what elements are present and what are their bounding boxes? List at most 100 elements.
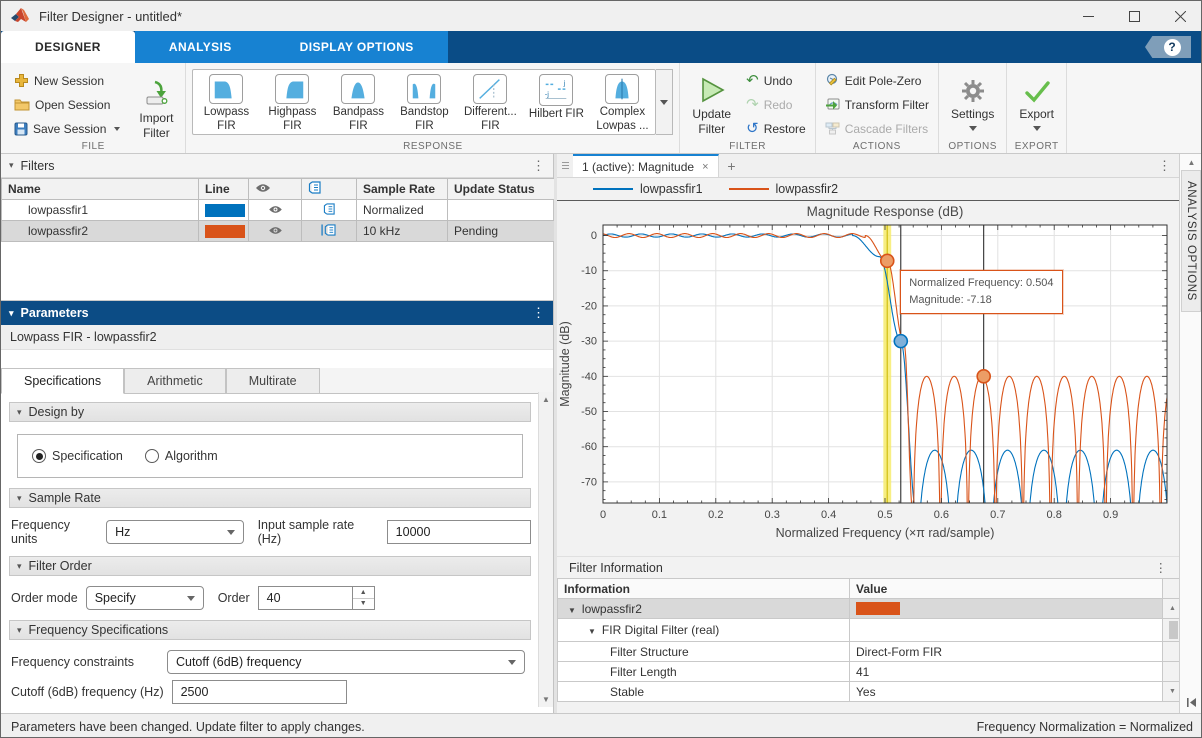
ribbon-collapse-icon[interactable]: ▲ [1180, 154, 1202, 170]
restore-button[interactable]: ↺ Restore [743, 118, 809, 139]
close-button[interactable] [1157, 1, 1202, 31]
stepper-down-icon[interactable]: ▼ [353, 599, 374, 610]
dock-panel-icon[interactable] [1185, 696, 1198, 709]
filter-section-label: FILTER [680, 141, 814, 152]
panel-grip-icon [557, 154, 573, 177]
legend-lowpassfir2[interactable]: lowpassfir2 [729, 182, 839, 196]
import-filter-button[interactable]: Import Filter [133, 76, 179, 143]
magnitude-response-chart[interactable]: 00.10.20.30.40.50.60.70.80.90-10-20-30-4… [557, 201, 1179, 547]
filter-line-swatch-cell[interactable] [199, 221, 249, 242]
response-highpass-fir[interactable]: HighpassFIR [259, 70, 325, 134]
settings-button[interactable]: Settings [945, 72, 1000, 133]
help-button[interactable]: ? [1145, 36, 1191, 58]
response-bandpass-fir[interactable]: BandpassFIR [325, 70, 391, 134]
filters-collapse-icon[interactable]: ▾ [9, 160, 14, 171]
response-hilbert-fir[interactable]: j-j Hilbert FIR [523, 70, 589, 134]
response-differentiator-fir[interactable]: Different...FIR [457, 70, 523, 134]
annotation-icon [308, 181, 322, 194]
analysis-options-tab[interactable]: ANALYSIS OPTIONS [1181, 170, 1201, 312]
parameters-menu-icon[interactable]: ⋮ [532, 305, 545, 321]
tab-multirate[interactable]: Multirate [226, 368, 320, 393]
scroll-up-icon[interactable]: ▲ [539, 392, 553, 407]
tab-display-options[interactable]: DISPLAY OPTIONS [266, 31, 448, 63]
ribbon-section-options: Settings OPTIONS [939, 63, 1007, 153]
plot-menu-icon[interactable]: ⋮ [1158, 158, 1171, 174]
filter-order-section-header[interactable]: ▾ Filter Order [9, 556, 531, 576]
info-row-filter[interactable]: ▼lowpassfir2 ▲ [558, 599, 1180, 619]
parameters-collapse-icon[interactable]: ▾ [9, 308, 14, 319]
col-update-status: Update Status [448, 179, 555, 200]
annotation-toggle[interactable] [302, 200, 357, 221]
tab-designer[interactable]: DESIGNER [1, 31, 135, 63]
plot-tab-bar: 1 (active): Magnitude × + ⋮ [557, 154, 1179, 178]
new-session-button[interactable]: New Session [11, 70, 123, 91]
expander-icon[interactable]: ▼ [568, 606, 576, 615]
export-button[interactable]: Export [1013, 72, 1060, 133]
filter-row-lowpassfir1[interactable]: lowpassfir1 Normalized [2, 200, 555, 221]
close-tab-icon[interactable]: × [702, 161, 708, 173]
filter-information-menu-icon[interactable]: ⋮ [1155, 560, 1168, 575]
svg-text:Magnitude Response (dB): Magnitude Response (dB) [807, 204, 964, 219]
response-complex-lowpass[interactable]: ComplexLowpas ... [589, 70, 655, 134]
frequency-constraints-dropdown[interactable]: Cutoff (6dB) frequency [167, 650, 525, 674]
radio-specification[interactable]: Specification [32, 449, 123, 463]
title-bar: Filter Designer - untitled* [1, 1, 1202, 31]
order-mode-label: Order mode [11, 591, 78, 605]
order-field[interactable]: 40 [258, 586, 353, 610]
redo-button[interactable]: ↷ Redo [743, 94, 809, 115]
visibility-toggle[interactable] [249, 200, 302, 221]
frequency-specs-section-header[interactable]: ▾ Frequency Specifications [9, 620, 531, 640]
design-by-section-header[interactable]: ▾ Design by [9, 402, 531, 422]
radio-algorithm[interactable]: Algorithm [145, 449, 218, 463]
filters-table: Name Line Sample Rate Update Status lowp… [1, 178, 555, 242]
order-stepper[interactable]: ▲ ▼ [353, 586, 375, 610]
open-session-button[interactable]: Open Session [11, 94, 123, 115]
cascade-filters-button[interactable]: Cascade Filters [822, 118, 932, 139]
filter-name: lowpassfir1 [2, 200, 199, 221]
visibility-toggle[interactable] [249, 221, 302, 242]
response-lowpass-fir[interactable]: LowpassFIR [193, 70, 259, 134]
tab-analysis[interactable]: ANALYSIS [135, 31, 266, 63]
edit-pole-zero-button[interactable]: Edit Pole-Zero [822, 70, 932, 91]
response-gallery-expand-button[interactable] [656, 69, 673, 135]
info-row-stable[interactable]: Stable Yes ▼ [558, 682, 1180, 702]
svg-text:-70: -70 [581, 476, 597, 488]
undo-button[interactable]: ↶ Undo [743, 70, 809, 91]
cutoff-frequency-field[interactable]: 2500 [172, 680, 347, 704]
minimize-button[interactable] [1065, 1, 1111, 31]
info-row-structure[interactable]: Filter Structure Direct-Form FIR [558, 642, 1180, 662]
order-mode-dropdown[interactable]: Specify [86, 586, 204, 610]
tab-arithmetic[interactable]: Arithmetic [124, 368, 226, 393]
info-row-length[interactable]: Filter Length 41 [558, 662, 1180, 682]
parameters-scrollbar[interactable]: ▲ ▼ [538, 392, 553, 707]
legend-lowpassfir1[interactable]: lowpassfir1 [593, 182, 703, 196]
info-value [850, 619, 1163, 642]
expander-icon[interactable]: ▼ [588, 627, 596, 636]
frequency-units-dropdown[interactable]: Hz [106, 520, 243, 544]
input-sample-rate-field[interactable]: 10000 [387, 520, 531, 544]
annotation-toggle-active[interactable] [302, 221, 357, 242]
new-plot-tab-button[interactable]: + [719, 154, 745, 177]
tab-specifications[interactable]: Specifications [1, 368, 124, 394]
transform-filter-button[interactable]: Transform Filter [822, 94, 932, 115]
save-session-button[interactable]: Save Session [11, 118, 123, 139]
svg-text:0.2: 0.2 [708, 509, 723, 521]
info-scrollbar[interactable]: ▲ [1163, 599, 1180, 619]
scroll-down-icon[interactable]: ▼ [539, 692, 553, 707]
info-scrollbar-track[interactable] [1163, 619, 1180, 642]
svg-text:0.9: 0.9 [1103, 509, 1118, 521]
info-scrollbar[interactable]: ▼ [1163, 682, 1180, 702]
filters-menu-icon[interactable]: ⋮ [532, 158, 545, 174]
datatip[interactable]: Normalized Frequency: 0.504 Magnitude: -… [900, 270, 1062, 314]
sample-rate-section-header[interactable]: ▾ Sample Rate [9, 488, 531, 508]
filter-row-lowpassfir2[interactable]: lowpassfir2 10 kHz Pending [2, 221, 555, 242]
update-filter-button[interactable]: Update Filter [686, 72, 737, 139]
svg-text:-60: -60 [581, 441, 597, 453]
maximize-button[interactable] [1111, 1, 1157, 31]
magnitude-plot-tab[interactable]: 1 (active): Magnitude × [573, 154, 719, 177]
response-bandstop-fir[interactable]: BandstopFIR [391, 70, 457, 134]
stepper-up-icon[interactable]: ▲ [353, 587, 374, 599]
info-row-fir-filter[interactable]: ▼FIR Digital Filter (real) [558, 619, 1180, 642]
filter-line-swatch-cell[interactable] [199, 200, 249, 221]
col-value: Value [850, 579, 1163, 599]
